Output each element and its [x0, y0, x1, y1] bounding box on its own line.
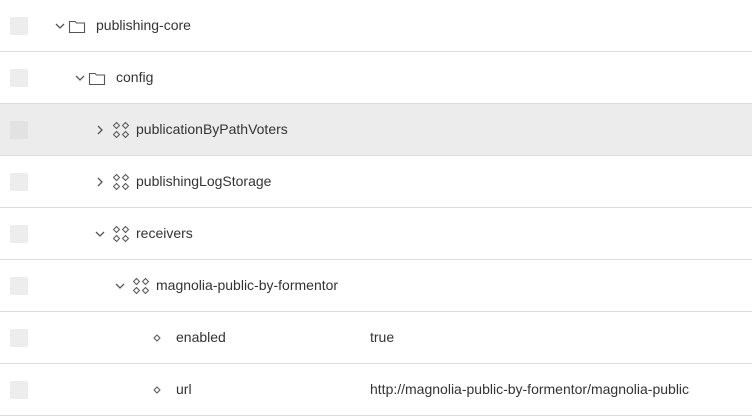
content-node-icon	[132, 277, 150, 295]
tree-row-receivers[interactable]: receivers	[0, 208, 752, 260]
property-value[interactable]: true	[370, 328, 394, 346]
row-checkbox[interactable]	[10, 381, 28, 399]
chevron-down-icon[interactable]	[54, 18, 66, 34]
chevron-down-icon[interactable]	[94, 226, 106, 242]
tree-row-label: url	[176, 381, 192, 397]
tree-row-publicationByPathVoters[interactable]: publicationByPathVoters	[0, 104, 752, 156]
tree-row-label: enabled	[176, 329, 226, 345]
config-tree: publishing-core config publicationByPath…	[0, 0, 752, 416]
property-value[interactable]: http://magnolia-public-by-formentor/magn…	[370, 380, 689, 398]
tree-row-label: config	[116, 69, 154, 85]
row-checkbox[interactable]	[10, 277, 28, 295]
row-checkbox[interactable]	[10, 329, 28, 347]
row-checkbox[interactable]	[10, 69, 28, 87]
folder-icon	[88, 69, 106, 87]
tree-row-url[interactable]: url http://magnolia-public-by-formentor/…	[0, 364, 752, 416]
content-node-icon	[112, 173, 130, 191]
row-checkbox[interactable]	[10, 17, 28, 35]
row-checkbox[interactable]	[10, 121, 28, 139]
property-icon	[153, 386, 161, 394]
row-checkbox[interactable]	[10, 173, 28, 191]
folder-icon	[68, 17, 86, 35]
content-node-icon	[112, 225, 130, 243]
tree-row-label: magnolia-public-by-formentor	[156, 277, 339, 293]
tree-row-magnolia-public-by-formentor[interactable]: magnolia-public-by-formentor	[0, 260, 752, 312]
row-checkbox[interactable]	[10, 225, 28, 243]
chevron-right-icon[interactable]	[94, 122, 106, 138]
tree-row-label: receivers	[136, 225, 193, 241]
chevron-down-icon[interactable]	[74, 70, 86, 86]
tree-row-publishing-core[interactable]: publishing-core	[0, 0, 752, 52]
tree-row-config[interactable]: config	[0, 52, 752, 104]
content-node-icon	[112, 121, 130, 139]
chevron-down-icon[interactable]	[114, 278, 126, 294]
property-icon	[153, 334, 161, 342]
tree-row-label: publicationByPathVoters	[136, 121, 288, 137]
tree-row-label: publishing-core	[96, 17, 191, 33]
tree-row-publishingLogStorage[interactable]: publishingLogStorage	[0, 156, 752, 208]
tree-row-label: publishingLogStorage	[136, 173, 272, 189]
chevron-right-icon[interactable]	[94, 174, 106, 190]
tree-row-enabled[interactable]: enabled true	[0, 312, 752, 364]
